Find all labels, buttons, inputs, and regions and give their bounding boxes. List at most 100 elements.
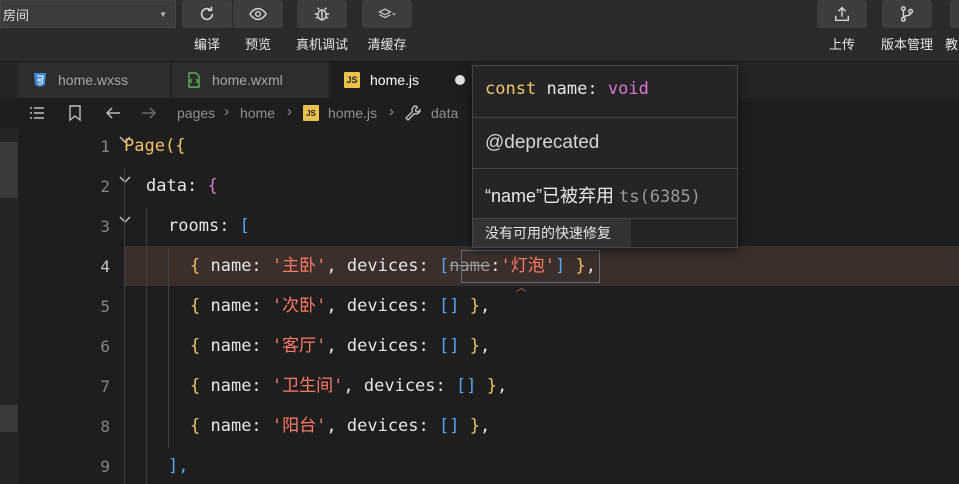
room-name: 卫生间	[282, 376, 334, 396]
preview-button[interactable]	[233, 0, 283, 28]
chevron-right-icon: ›	[287, 103, 292, 120]
indent-guide	[168, 248, 169, 448]
clear-cache-label: 清缓存	[367, 37, 407, 52]
tab-home-js[interactable]: JS home.js	[330, 62, 472, 98]
code-line-3: rooms: [	[168, 206, 250, 246]
breadcrumb-symbol[interactable]: data	[431, 105, 458, 121]
line-number: 8	[100, 417, 110, 436]
token-brace: {	[207, 176, 218, 196]
hover-tooltip: const name: void @deprecated “name”已被弃用 …	[472, 65, 738, 248]
hover-deprecated-tag: @deprecated	[485, 132, 600, 153]
refresh-icon	[200, 6, 214, 21]
remote-debug-button[interactable]	[297, 0, 347, 28]
branch-icon	[900, 6, 914, 22]
preview-label: 预览	[244, 37, 271, 52]
ide-window: { "toolbar": { "project": "房间", "buttons…	[0, 0, 959, 484]
code-line-6: { name: '客厅', devices: [] },	[190, 336, 491, 356]
sig-type: void	[607, 79, 649, 99]
hover-message: “name”已被弃用 ts(6385)	[485, 182, 701, 208]
back-arrow-icon[interactable]	[104, 104, 122, 122]
token-punct: :	[186, 176, 208, 196]
line-number: 3	[100, 217, 110, 236]
more-label: 教	[945, 37, 959, 52]
line-number-gutter: 1 2 3 4 5 6 7 8 9	[18, 128, 131, 484]
code-line-1: Page({	[124, 126, 185, 166]
room-name: 主卧	[282, 256, 317, 276]
token-key: data	[146, 176, 187, 196]
code-line-2: data: {	[146, 166, 218, 206]
error-squiggle-icon: ︿	[516, 282, 527, 294]
panel-block	[0, 405, 18, 432]
chevron-right-icon: ›	[389, 103, 394, 120]
token-bracket: [	[239, 216, 250, 236]
compile-label: 编译	[193, 37, 220, 52]
more-button[interactable]	[950, 0, 959, 28]
sig-keyword: const	[485, 79, 537, 99]
wrench-icon	[404, 104, 422, 122]
tab-home-wxml[interactable]: home.wxml	[172, 62, 329, 98]
token-punct: ({	[164, 136, 186, 156]
room-name: 阳台	[282, 416, 317, 436]
bug-icon	[314, 7, 330, 21]
js-file-icon: JS	[303, 105, 319, 121]
sig-name: name	[546, 79, 588, 99]
line-number: 6	[100, 337, 110, 356]
line-number: 7	[100, 377, 110, 396]
token-bracket: ],	[168, 456, 189, 476]
diagnostic-text: “name”已被弃用	[485, 186, 615, 206]
indent-guide	[146, 208, 147, 484]
breadcrumb-pages[interactable]: pages	[177, 105, 215, 121]
forward-arrow-icon[interactable]	[140, 104, 158, 122]
room-name: 客厅	[282, 336, 317, 356]
left-panel-edge	[0, 128, 18, 484]
layers-icon	[378, 8, 396, 19]
js-file-icon: JS	[344, 72, 360, 88]
chevron-right-icon: ›	[224, 103, 229, 120]
eye-icon	[249, 7, 267, 21]
room-name: 次卧	[282, 296, 317, 316]
remote-debug-label: 真机调试	[295, 37, 348, 52]
divider	[473, 117, 737, 118]
divider	[473, 168, 737, 169]
hover-signature: const name: void	[485, 79, 649, 99]
panel-block	[0, 142, 18, 198]
clear-cache-button[interactable]	[362, 0, 412, 28]
top-toolbar: 房间 ▼ 编译 预览 真机调试 清缓存 上传 版本管理 教	[0, 0, 959, 62]
upload-button[interactable]	[817, 0, 867, 28]
token-punct: :	[219, 216, 240, 236]
token-function: Page	[124, 136, 165, 156]
code-line-9: ],	[168, 446, 188, 484]
code-line-8: { name: '阳台', devices: [] },	[190, 416, 491, 436]
upload-icon	[834, 6, 850, 22]
token-key: rooms	[168, 216, 220, 236]
line-number-current: 4	[100, 257, 110, 276]
unsaved-dot-icon[interactable]	[455, 75, 465, 85]
line-number: 1	[100, 137, 110, 156]
bookmark-icon[interactable]	[66, 104, 84, 122]
indent-guide	[124, 168, 125, 484]
line-number: 5	[100, 297, 110, 316]
project-name: 房间	[3, 7, 30, 23]
breadcrumb-file[interactable]: home.js	[328, 105, 377, 121]
css-file-icon	[32, 72, 48, 88]
code-line-5: { name: '次卧', devices: [] },	[190, 296, 491, 316]
wxml-file-icon	[186, 72, 202, 88]
tab-label: home.wxml	[212, 72, 283, 88]
quick-fix-status[interactable]: 没有可用的快速修复	[473, 219, 631, 247]
tab-home-wxss[interactable]: home.wxss	[18, 62, 171, 98]
chevron-down-icon: ▼	[159, 9, 167, 19]
line-number: 2	[100, 177, 110, 196]
diagnostic-code[interactable]: ts(6385)	[619, 187, 701, 207]
version-control-button[interactable]	[882, 0, 932, 28]
tab-label: home.wxss	[58, 72, 129, 88]
code-line-7: { name: '卫生间', devices: [] },	[190, 376, 508, 396]
project-select[interactable]: 房间 ▼	[0, 0, 176, 28]
line-number: 9	[100, 457, 110, 476]
breadcrumb-home[interactable]: home	[240, 105, 275, 121]
version-control-label: 版本管理	[880, 37, 933, 52]
tab-label: home.js	[370, 72, 420, 88]
upload-label: 上传	[828, 37, 855, 52]
compile-button[interactable]	[182, 0, 232, 28]
list-icon[interactable]	[28, 104, 46, 122]
selection-highlight	[461, 250, 600, 283]
